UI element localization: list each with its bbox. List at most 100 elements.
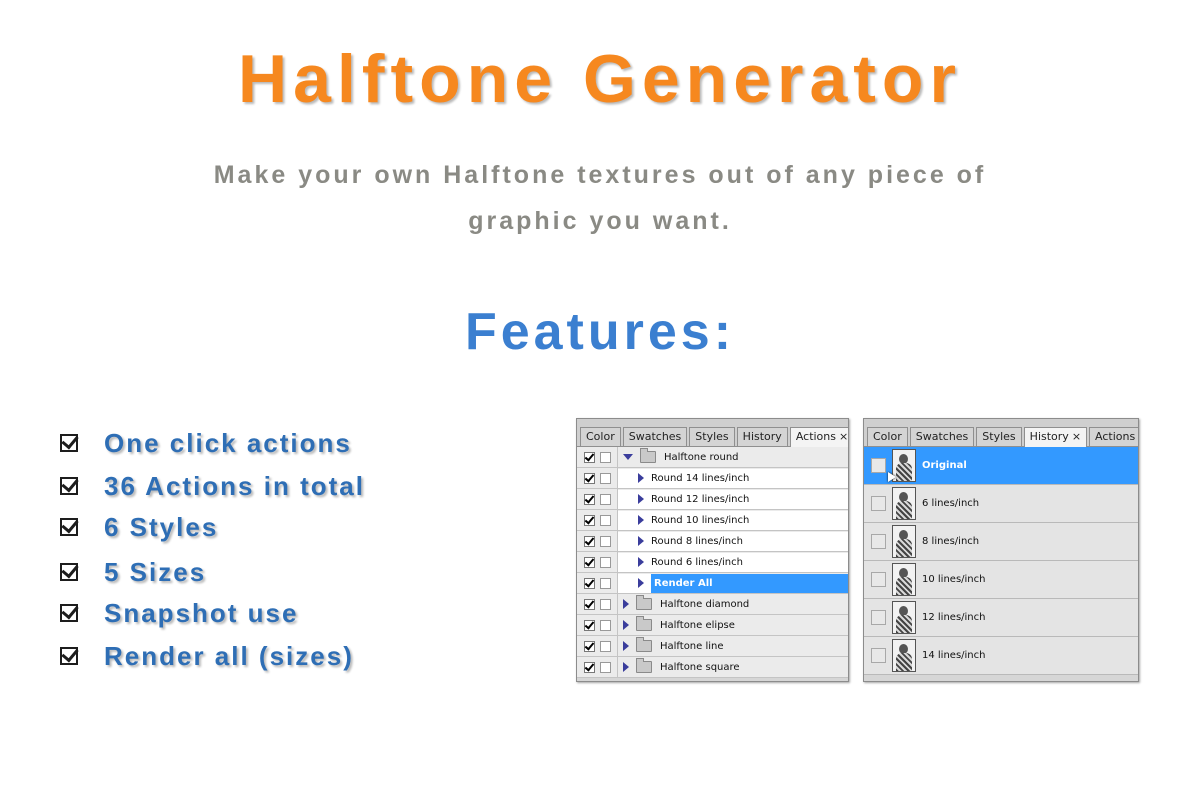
expand-right-icon[interactable] [623, 620, 629, 630]
column-divider [617, 615, 618, 635]
snapshot-row[interactable]: 8 lines/inch [864, 523, 1138, 561]
toggle-checkbox[interactable] [584, 493, 595, 505]
snapshot-label: Original [922, 460, 967, 471]
dialog-toggle[interactable] [600, 535, 611, 547]
toggle-checkbox[interactable] [584, 535, 595, 547]
column-divider [617, 594, 618, 614]
toggle-checkbox[interactable] [584, 598, 595, 610]
tab-color[interactable]: Color [580, 427, 621, 446]
dialog-toggle[interactable] [600, 472, 611, 484]
action-row-selected[interactable]: Render All [577, 573, 848, 594]
close-icon[interactable]: × [839, 430, 848, 443]
tab-color[interactable]: Color [867, 427, 908, 446]
action-row-content: Round 10 lines/inch [618, 510, 848, 530]
folder-icon [636, 616, 652, 631]
action-row[interactable]: Round 10 lines/inch [577, 510, 848, 531]
history-brush-icon [888, 472, 896, 482]
snapshot-label: 10 lines/inch [922, 574, 986, 585]
tab-swatches[interactable]: Swatches [909, 427, 975, 446]
close-icon[interactable]: × [1072, 430, 1081, 443]
toggle-checkbox[interactable] [584, 619, 595, 631]
feature-label: 6 Styles [104, 511, 219, 542]
feature-label: Render all (sizes) [104, 640, 354, 671]
action-label: Render All [651, 573, 848, 593]
history-source-box[interactable] [871, 496, 886, 511]
action-set-row[interactable]: Halftone diamond [577, 594, 848, 615]
tab-styles[interactable]: Styles [689, 427, 735, 446]
toggle-checkbox[interactable] [584, 514, 595, 526]
dialog-toggle[interactable] [600, 451, 611, 463]
feature-item: 6 Styles [60, 510, 218, 544]
expand-right-icon[interactable] [638, 536, 644, 546]
action-row[interactable]: Round 14 lines/inch [577, 468, 848, 489]
tab-history[interactable]: History [736, 427, 788, 446]
folder-icon [640, 448, 656, 463]
dialog-toggle[interactable] [600, 661, 611, 673]
snapshot-row[interactable]: 12 lines/inch [864, 599, 1138, 637]
action-set-row[interactable]: Halftone line [577, 636, 848, 657]
tab-styles[interactable]: Styles [976, 427, 1022, 446]
dialog-toggle[interactable] [600, 493, 611, 505]
action-set-label: Halftone diamond [660, 598, 750, 610]
snapshot-thumbnail-icon [892, 601, 916, 634]
tab-swatches[interactable]: Swatches [622, 427, 688, 446]
feature-item: One click actions [60, 426, 352, 460]
history-source-box[interactable] [871, 572, 886, 587]
history-source-box[interactable] [871, 610, 886, 625]
action-row[interactable]: Round 12 lines/inch [577, 489, 848, 510]
dialog-toggle[interactable] [600, 514, 611, 526]
tab-actions[interactable]: Actions [1089, 427, 1138, 446]
history-panel-tabs: Color Swatches Styles History × Actions [864, 419, 1138, 447]
checkbox-checked-icon [60, 647, 78, 665]
action-set-row[interactable]: Halftone elipse [577, 615, 848, 636]
expand-right-icon[interactable] [638, 557, 644, 567]
feature-item: 5 Sizes [60, 555, 206, 589]
toggle-checkbox[interactable] [584, 451, 595, 463]
expand-right-icon[interactable] [623, 641, 629, 651]
tab-actions[interactable]: Actions × [789, 427, 848, 447]
snapshot-row[interactable]: 10 lines/inch [864, 561, 1138, 599]
toggle-checkbox[interactable] [584, 472, 595, 484]
features-heading: Features: [464, 303, 736, 361]
dialog-toggle[interactable] [600, 619, 611, 631]
expand-right-icon[interactable] [638, 494, 644, 504]
tab-history[interactable]: History × [1023, 427, 1088, 447]
expand-right-icon[interactable] [623, 599, 629, 609]
snapshot-row[interactable]: 14 lines/inch [864, 637, 1138, 675]
checkbox-checked-icon [60, 604, 78, 622]
snapshot-row[interactable]: 6 lines/inch [864, 485, 1138, 523]
dialog-toggle[interactable] [600, 598, 611, 610]
page-title: Halftone Generator [238, 41, 962, 117]
history-source-box[interactable] [871, 458, 886, 473]
feature-label: One click actions [104, 427, 352, 458]
toggle-checkbox[interactable] [584, 640, 595, 652]
history-source-box[interactable] [871, 648, 886, 663]
action-row-content: Render All [618, 573, 848, 593]
snapshot-thumbnail-icon [892, 487, 916, 520]
feature-label: Snapshot use [104, 597, 299, 628]
expand-right-icon[interactable] [638, 578, 644, 588]
feature-item: Snapshot use [60, 596, 298, 630]
history-source-box[interactable] [871, 534, 886, 549]
action-label: Round 14 lines/inch [651, 472, 750, 484]
toggle-checkbox[interactable] [584, 577, 595, 589]
expand-right-icon[interactable] [638, 515, 644, 525]
expand-right-icon[interactable] [638, 473, 644, 483]
page: Halftone Generator Make your own Halfton… [0, 0, 1200, 800]
action-set-row[interactable]: Halftone round [577, 447, 848, 468]
expand-right-icon[interactable] [623, 662, 629, 672]
toggle-checkbox[interactable] [584, 661, 595, 673]
action-set-row[interactable]: Halftone square [577, 657, 848, 678]
expand-down-icon[interactable] [623, 454, 633, 460]
dialog-toggle[interactable] [600, 556, 611, 568]
dialog-toggle[interactable] [600, 640, 611, 652]
dialog-toggle[interactable] [600, 577, 611, 589]
snapshot-row-selected[interactable]: Original [864, 447, 1138, 485]
action-row[interactable]: Round 8 lines/inch [577, 531, 848, 552]
history-list: Original 6 lines/inch 8 lines/inch 10 li… [864, 447, 1138, 675]
action-label: Round 8 lines/inch [651, 535, 743, 547]
action-row[interactable]: Round 6 lines/inch [577, 552, 848, 573]
action-set-label: Halftone square [660, 661, 740, 673]
toggle-checkbox[interactable] [584, 556, 595, 568]
checkbox-checked-icon [60, 434, 78, 452]
